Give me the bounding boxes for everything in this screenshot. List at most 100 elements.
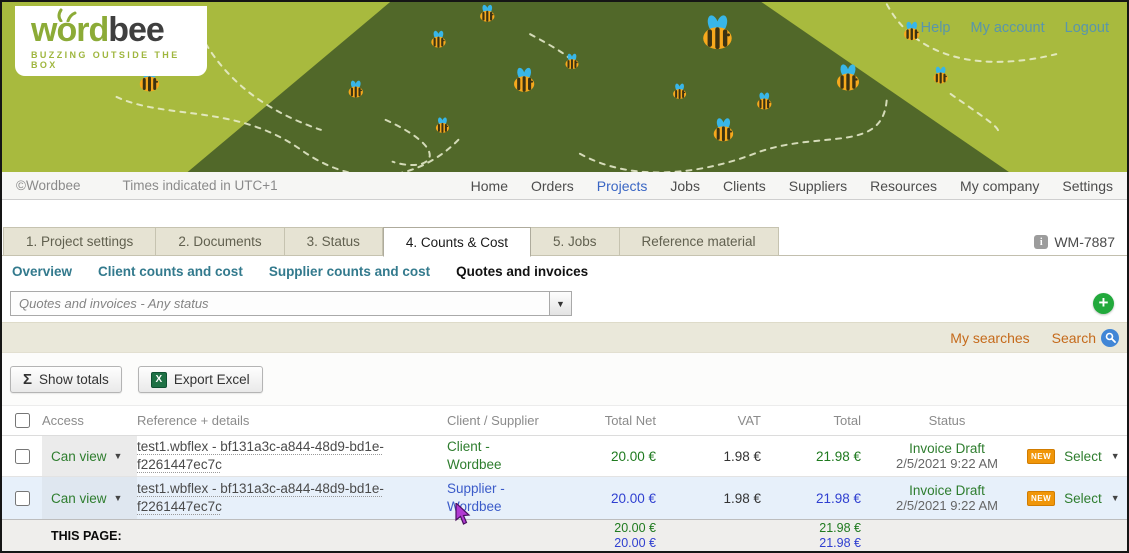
vat-value: 1.98 €	[662, 491, 767, 506]
caret-down-icon[interactable]: ▼	[1111, 493, 1120, 503]
table-header-row: Access Reference + details Client / Supp…	[2, 405, 1127, 436]
access-dropdown[interactable]: Can view ▼	[42, 436, 137, 476]
account-links: Help My account Logout	[921, 20, 1109, 36]
select-all-checkbox[interactable]	[15, 413, 30, 428]
export-excel-label: Export Excel	[174, 372, 250, 387]
subtab-supplier-counts[interactable]: Supplier counts and cost	[269, 264, 430, 279]
access-label: Can view	[51, 491, 107, 506]
col-reference: Reference + details	[137, 413, 447, 428]
table-footer-row: THIS PAGE: 20.00 € 20.00 € 21.98 € 21.98…	[2, 519, 1127, 551]
wordbee-app-window: wordbee BUZZING OUTSIDE THE BOX Help My …	[0, 0, 1129, 553]
status-date: 2/5/2021 9:22 AM	[867, 498, 1027, 513]
access-dropdown[interactable]: Can view ▼	[42, 477, 137, 519]
main-menu: Home Orders Projects Jobs Clients Suppli…	[471, 178, 1113, 194]
show-totals-label: Show totals	[39, 372, 109, 387]
tab-project-settings[interactable]: 1. Project settings	[3, 227, 156, 256]
my-account-link[interactable]: My account	[970, 20, 1044, 36]
caret-down-icon: ▼	[114, 493, 123, 503]
project-code-area: i WM-7887	[1034, 234, 1127, 256]
add-plus-icon[interactable]: +	[1093, 293, 1114, 314]
row-checkbox[interactable]	[15, 449, 30, 464]
logout-link[interactable]: Logout	[1065, 20, 1109, 36]
total-value: 21.98 €	[767, 491, 867, 506]
search-strip: My searches Search	[2, 322, 1127, 353]
reference-link[interactable]: test1.wbflex - bf131a3c-a844-48d9-bd1e-f…	[137, 439, 384, 472]
footer-net-client: 20.00 €	[562, 521, 656, 536]
export-excel-button[interactable]: X Export Excel	[138, 366, 263, 393]
tab-status[interactable]: 3. Status	[285, 227, 383, 256]
col-total: Total	[767, 413, 867, 428]
vat-value: 1.98 €	[662, 449, 767, 464]
menu-resources[interactable]: Resources	[870, 178, 937, 194]
row-actions: NEW Select ▼	[1027, 491, 1129, 506]
table-row: Can view ▼ test1.wbflex - bf131a3c-a844-…	[2, 477, 1127, 519]
menu-my-company[interactable]: My company	[960, 178, 1039, 194]
search-link[interactable]: Search	[1052, 330, 1096, 346]
status-label: Invoice Draft	[867, 441, 1027, 456]
tab-documents[interactable]: 2. Documents	[156, 227, 284, 256]
col-status: Status	[867, 413, 1027, 428]
menu-suppliers[interactable]: Suppliers	[789, 178, 847, 194]
footer-net-supplier: 20.00 €	[562, 536, 656, 551]
select-dropdown[interactable]: Select	[1064, 491, 1102, 506]
status-label: Invoice Draft	[867, 483, 1027, 498]
status-cell: Invoice Draft 2/5/2021 9:22 AM	[867, 483, 1027, 513]
wordbee-logo[interactable]: wordbee BUZZING OUTSIDE THE BOX	[15, 6, 207, 76]
status-filter-combo: ▼	[10, 291, 572, 316]
navbar-meta: ©Wordbee Times indicated in UTC+1	[16, 178, 278, 193]
sigma-icon: Σ	[23, 371, 32, 388]
logo-bee: bee	[108, 11, 164, 49]
subtab-overview[interactable]: Overview	[12, 264, 72, 279]
caret-down-icon: ▼	[114, 451, 123, 461]
total-net-value: 20.00 €	[562, 491, 662, 506]
col-total-net: Total Net	[562, 413, 662, 428]
this-page-label: THIS PAGE:	[42, 529, 447, 543]
status-date: 2/5/2021 9:22 AM	[867, 456, 1027, 471]
footer-total-supplier: 21.98 €	[767, 536, 861, 551]
new-badge: NEW	[1027, 449, 1055, 464]
menu-jobs[interactable]: Jobs	[670, 178, 700, 194]
menu-orders[interactable]: Orders	[531, 178, 574, 194]
footer-total-client: 21.98 €	[767, 521, 861, 536]
help-link[interactable]: Help	[921, 20, 951, 36]
dropdown-arrow-icon[interactable]: ▼	[549, 292, 571, 315]
col-vat: VAT	[662, 413, 767, 428]
search-icon[interactable]	[1101, 329, 1119, 347]
new-badge: NEW	[1027, 491, 1055, 506]
project-tabs: 1. Project settings 2. Documents 3. Stat…	[2, 226, 1127, 256]
tab-counts-and-cost[interactable]: 4. Counts & Cost	[383, 227, 531, 257]
logo-text: wordbee	[31, 12, 207, 48]
select-dropdown[interactable]: Select	[1064, 449, 1102, 464]
subtab-quotes-invoices[interactable]: Quotes and invoices	[456, 264, 588, 279]
show-totals-button[interactable]: Σ Show totals	[10, 366, 122, 393]
footer-total: 21.98 € 21.98 €	[767, 521, 867, 551]
menu-clients[interactable]: Clients	[723, 178, 766, 194]
reference-link[interactable]: test1.wbflex - bf131a3c-a844-48d9-bd1e-f…	[137, 481, 384, 514]
copyright-text: ©Wordbee	[16, 178, 80, 193]
spacer	[2, 200, 1127, 226]
table-row: Can view ▼ test1.wbflex - bf131a3c-a844-…	[2, 436, 1127, 477]
filter-row: ▼ +	[2, 287, 1127, 322]
total-value: 21.98 €	[767, 449, 867, 464]
subtab-client-counts[interactable]: Client counts and cost	[98, 264, 243, 279]
party-client[interactable]: Client - Wordbee	[447, 438, 537, 473]
menu-settings[interactable]: Settings	[1062, 178, 1113, 194]
total-net-value: 20.00 €	[562, 449, 662, 464]
info-icon[interactable]: i	[1034, 235, 1048, 249]
excel-icon: X	[151, 372, 167, 388]
tab-reference-material[interactable]: Reference material	[620, 227, 779, 256]
menu-home[interactable]: Home	[471, 178, 508, 194]
toolbar: Σ Show totals X Export Excel	[2, 353, 1127, 405]
logo-antennae-icon	[55, 8, 77, 22]
row-actions: NEW Select ▼	[1027, 449, 1129, 464]
caret-down-icon[interactable]: ▼	[1111, 451, 1120, 461]
search-area: Search	[1052, 329, 1119, 347]
logo-tagline: BUZZING OUTSIDE THE BOX	[31, 50, 207, 70]
col-access: Access	[42, 413, 137, 428]
row-checkbox[interactable]	[15, 491, 30, 506]
main-navbar: ©Wordbee Times indicated in UTC+1 Home O…	[2, 172, 1127, 200]
status-filter-input[interactable]	[11, 292, 549, 315]
tab-jobs[interactable]: 5. Jobs	[531, 227, 620, 256]
menu-projects[interactable]: Projects	[597, 178, 648, 194]
my-searches-link[interactable]: My searches	[950, 330, 1029, 346]
